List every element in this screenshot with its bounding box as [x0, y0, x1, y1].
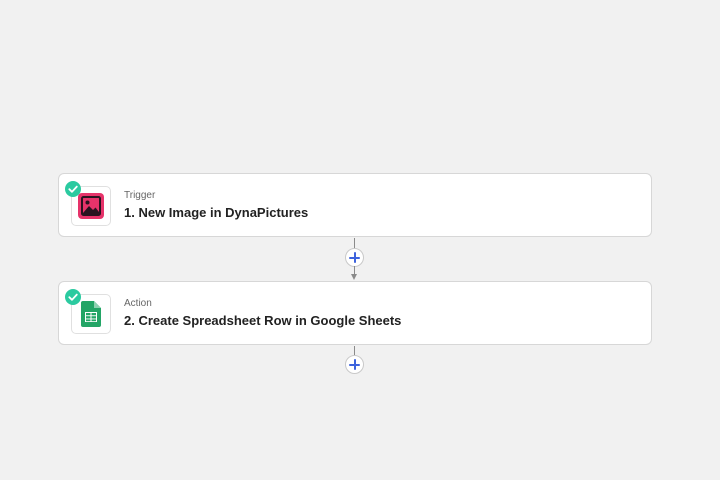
step-kind-label: Trigger [124, 190, 156, 201]
add-step-button[interactable] [345, 355, 364, 374]
add-step-button[interactable] [345, 248, 364, 267]
action-step-card[interactable]: Action 2. Create Spreadsheet Row in Goog… [58, 281, 652, 345]
trigger-step-card[interactable]: Trigger 1. New Image in DynaPictures [58, 173, 652, 237]
plus-icon [349, 359, 360, 370]
step-kind-label: Action [124, 298, 152, 309]
step-title: 2. Create Spreadsheet Row in Google Shee… [124, 313, 402, 328]
step-title: 1. New Image in DynaPictures [124, 205, 309, 220]
arrow-down-icon [351, 274, 357, 280]
check-circle-icon [65, 181, 81, 197]
check-circle-icon [65, 289, 81, 305]
plus-icon [349, 252, 360, 263]
